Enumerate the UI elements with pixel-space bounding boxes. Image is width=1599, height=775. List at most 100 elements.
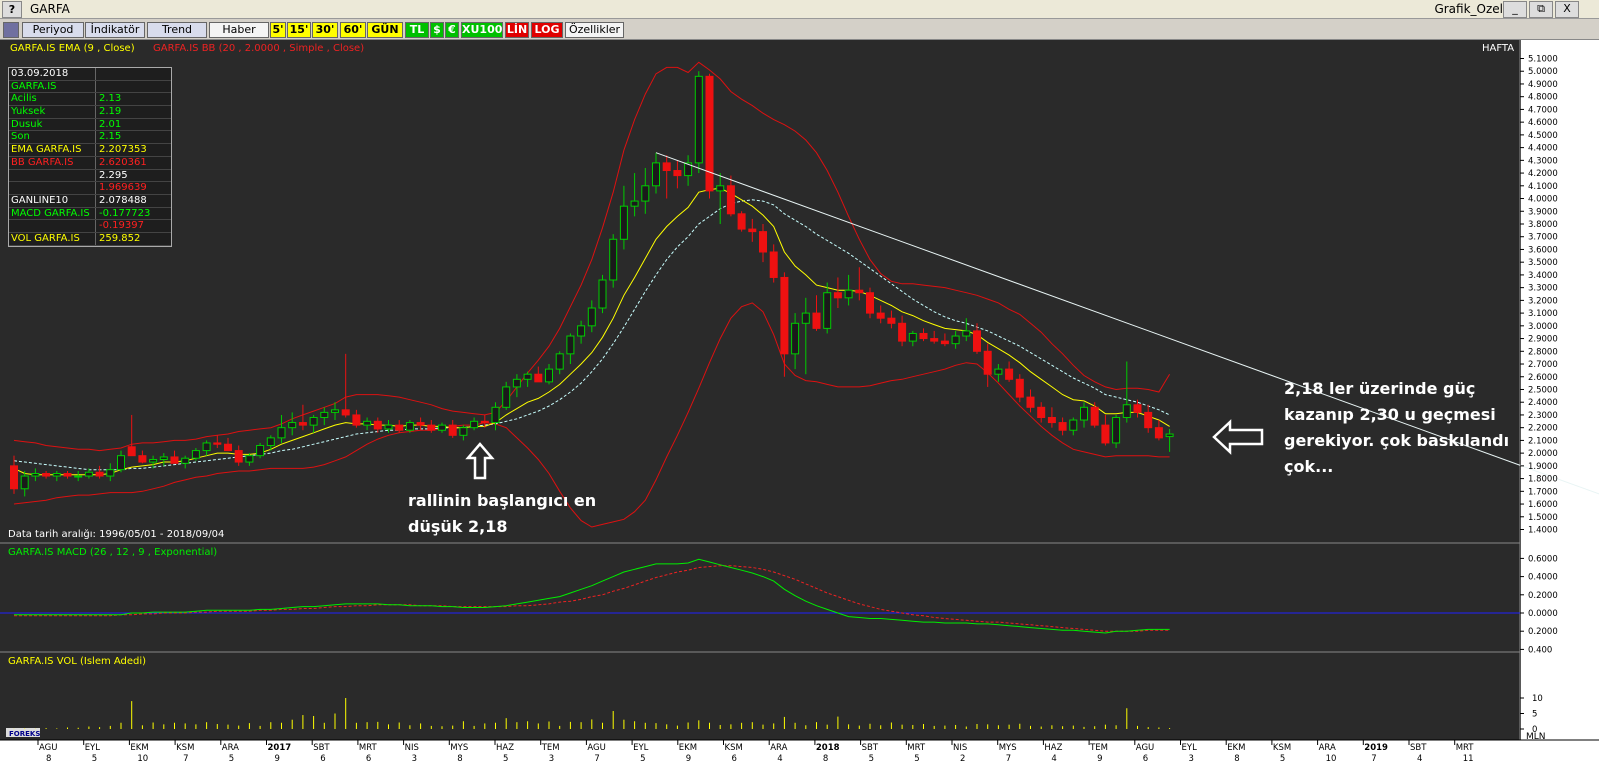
data-window: 03.09.2018 GARFA.IS Acilis 2.13 Yuksek 2.19… bbox=[8, 67, 172, 247]
y-tick-label: 4.9000 bbox=[1528, 80, 1558, 90]
data-window-row: 1.969639 bbox=[9, 182, 171, 195]
foreks-logo-text: FOREKS bbox=[9, 730, 40, 738]
candle-body bbox=[898, 322, 907, 342]
annotation-resistance: 2,18 ler üzerinde güç kazanıp 2,30 u geç… bbox=[1284, 376, 1509, 480]
x-tick-label: EYL bbox=[1182, 743, 1198, 753]
candle-body bbox=[363, 420, 372, 426]
candle-body bbox=[1090, 406, 1099, 426]
x-tick-sublabel: 8 bbox=[823, 754, 828, 764]
candle-body bbox=[502, 386, 511, 408]
x-tick-sublabel: 6 bbox=[320, 754, 325, 764]
left-arrow-icon bbox=[1212, 419, 1264, 455]
x-tick-sublabel: 10 bbox=[137, 754, 148, 764]
candle-body bbox=[1080, 406, 1088, 421]
y-tick-label: 1.6000 bbox=[1528, 500, 1558, 510]
macd-y-tick-label: 0.6000 bbox=[1528, 554, 1558, 564]
bollinger-upper-line bbox=[13, 61, 1171, 452]
y-tick-label: 2.6000 bbox=[1528, 373, 1558, 383]
candle-body bbox=[876, 312, 885, 319]
y-tick-label: 1.7000 bbox=[1528, 487, 1558, 497]
x-tick-label: KSM bbox=[1273, 743, 1291, 753]
candle-body bbox=[309, 416, 318, 426]
ema-legend: GARFA.IS EMA (9 , Close) bbox=[10, 43, 135, 54]
candle-body bbox=[395, 424, 404, 431]
macd-y-tick-label: 0.2000 bbox=[1528, 627, 1558, 637]
x-tick-sublabel: 9 bbox=[686, 754, 691, 764]
candle-body bbox=[245, 455, 254, 463]
x-tick-label: MRT bbox=[1456, 743, 1475, 753]
x-tick-label: MRT bbox=[907, 743, 926, 753]
macd-legend: GARFA.IS MACD (26 , 12 , 9 , Exponential… bbox=[8, 547, 217, 558]
x-tick-label: AGU bbox=[39, 743, 57, 753]
data-window-row: 03.09.2018 bbox=[9, 68, 171, 81]
timeframe-label: HAFTA bbox=[1482, 43, 1514, 54]
candle-body bbox=[887, 317, 896, 324]
y-tick-label: 4.1000 bbox=[1528, 182, 1558, 192]
y-tick-label: 3.2000 bbox=[1528, 296, 1558, 306]
candle-body bbox=[277, 427, 286, 439]
candle-body bbox=[801, 312, 810, 324]
x-tick-sublabel: 5 bbox=[503, 754, 508, 764]
y-tick-label: 1.5000 bbox=[1528, 513, 1558, 523]
x-tick-sublabel: 9 bbox=[275, 754, 280, 764]
data-window-row: VOL GARFA.IS 259.852 bbox=[9, 232, 171, 246]
macd-y-tick-label: 0.4000 bbox=[1528, 573, 1558, 583]
x-tick-label: ARA bbox=[770, 743, 787, 753]
x-tick-sublabel: 8 bbox=[46, 754, 51, 764]
annotation-rally-start: rallinin başlangıcı en düşük 2,18 bbox=[408, 488, 596, 540]
candle-body bbox=[288, 422, 297, 429]
candle-body bbox=[1005, 368, 1014, 380]
candle-body bbox=[844, 289, 853, 299]
candle-body bbox=[908, 332, 917, 342]
candle-body bbox=[138, 455, 147, 463]
data-window-key bbox=[9, 220, 96, 232]
x-tick-sublabel: 3 bbox=[412, 754, 417, 764]
y-tick-label: 4.0000 bbox=[1528, 195, 1558, 205]
x-axis-background bbox=[0, 740, 1599, 775]
candle-body bbox=[352, 414, 361, 426]
x-tick-sublabel: 3 bbox=[1189, 754, 1194, 764]
y-tick-label: 3.9000 bbox=[1528, 207, 1558, 217]
x-tick-sublabel: 7 bbox=[1006, 754, 1011, 764]
data-window-value: 1.969639 bbox=[99, 182, 147, 194]
x-tick-sublabel: 11 bbox=[1463, 754, 1474, 764]
x-tick-label: TEM bbox=[1089, 743, 1108, 753]
data-window-key: MACD GARFA.IS bbox=[9, 207, 96, 220]
x-tick-label: MYS bbox=[450, 743, 468, 753]
candle-body bbox=[331, 409, 339, 413]
candle-body bbox=[726, 185, 735, 215]
candle-body bbox=[545, 368, 553, 383]
x-tick-sublabel: 4 bbox=[1051, 754, 1056, 764]
data-window-key: VOL GARFA.IS bbox=[9, 232, 96, 245]
candle-body bbox=[373, 420, 382, 430]
candle-body bbox=[973, 330, 981, 352]
x-tick-label: ARA bbox=[222, 743, 239, 753]
candle-body bbox=[823, 292, 832, 329]
candle-body bbox=[919, 332, 928, 340]
annotation-line: rallinin başlangıcı en bbox=[408, 491, 597, 510]
data-window-value: 2.19 bbox=[99, 106, 122, 118]
candle-body bbox=[534, 373, 543, 383]
candle-body bbox=[448, 424, 457, 436]
vol-y-tick-label: 10 bbox=[1532, 694, 1543, 704]
candle-body bbox=[1112, 416, 1121, 444]
data-window-value: 2.620361 bbox=[99, 156, 147, 168]
candle-body bbox=[470, 420, 479, 429]
y-tick-label: 1.8000 bbox=[1528, 475, 1558, 485]
y-tick-label: 2.8000 bbox=[1528, 347, 1558, 357]
candle-body bbox=[117, 455, 125, 471]
candle-body bbox=[566, 335, 575, 355]
annotation-line: düşük 2,18 bbox=[408, 517, 508, 536]
x-tick-label: EKM bbox=[130, 743, 148, 753]
x-tick-sublabel: 6 bbox=[366, 754, 371, 764]
x-tick-sublabel: 10 bbox=[1326, 754, 1337, 764]
candle-body bbox=[1122, 404, 1131, 418]
candle-body bbox=[213, 442, 222, 445]
candle-body bbox=[42, 472, 51, 477]
x-tick-label: NIS bbox=[405, 743, 419, 753]
candle-body bbox=[1015, 378, 1024, 398]
candle-body bbox=[438, 424, 446, 431]
candle-body bbox=[31, 472, 40, 477]
candle-body bbox=[1101, 424, 1110, 444]
x-tick-sublabel: 8 bbox=[1234, 754, 1239, 764]
